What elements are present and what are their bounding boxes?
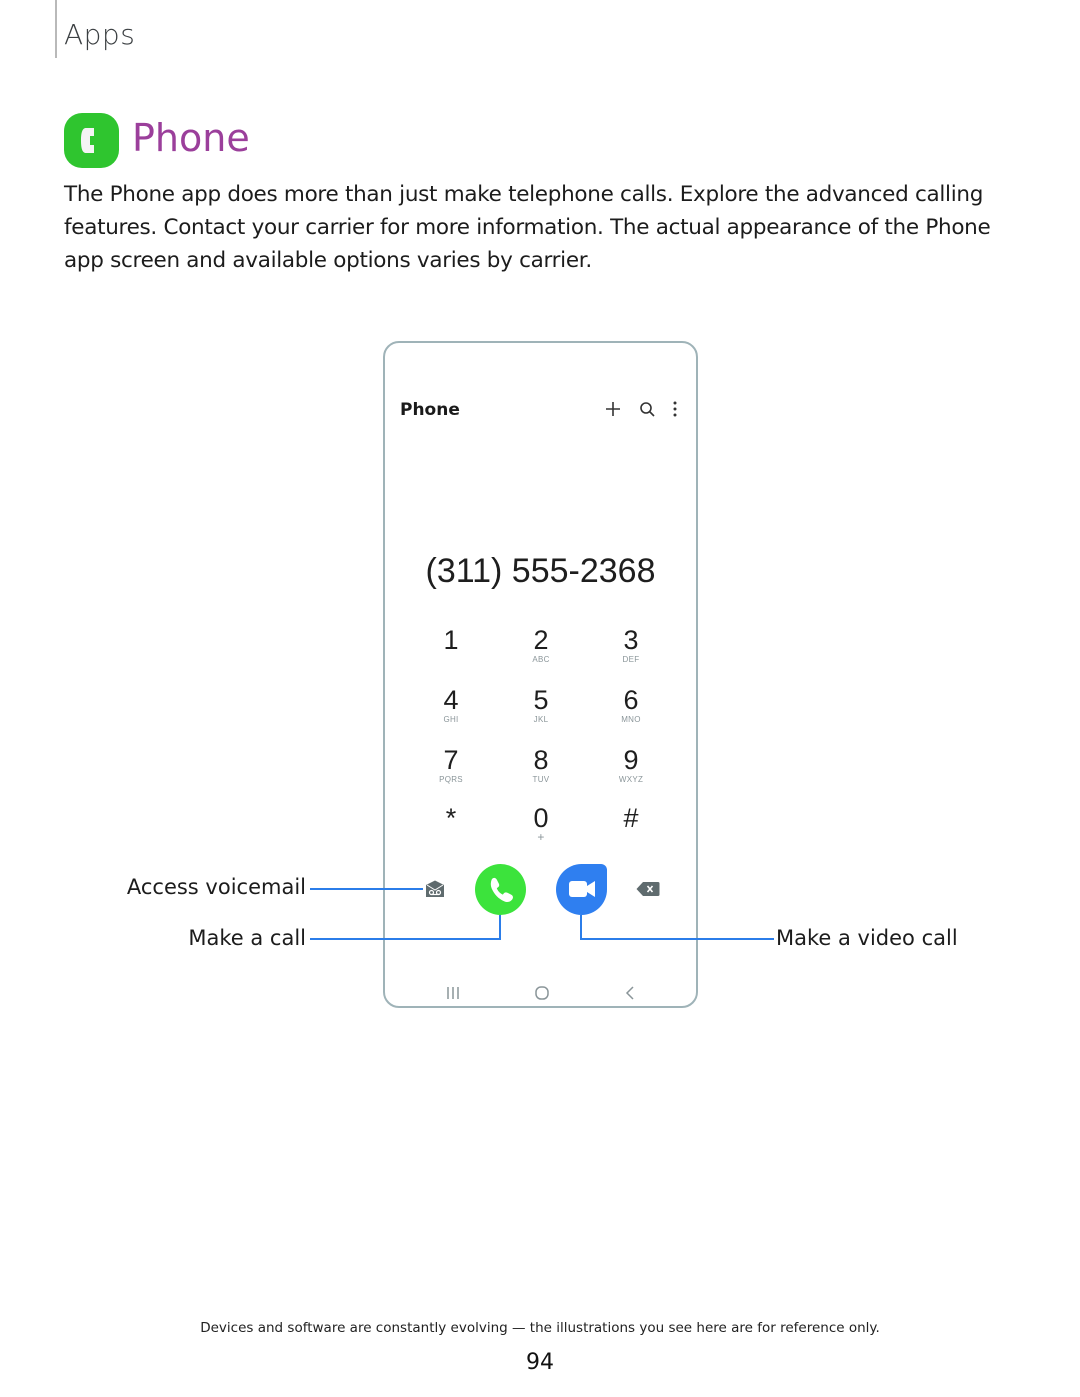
callout-line-video-vertical xyxy=(580,915,582,940)
plus-icon[interactable] xyxy=(602,398,624,420)
keypad-key-3[interactable]: 3 DEF xyxy=(596,626,666,665)
keypad-key-star[interactable]: * xyxy=(416,804,486,832)
section-divider xyxy=(55,0,57,58)
keypad-key-9[interactable]: 9 WXYZ xyxy=(596,746,666,785)
keypad-key-2[interactable]: 2 ABC xyxy=(506,626,576,665)
phone-handset-icon xyxy=(490,877,513,902)
back-icon[interactable] xyxy=(621,984,641,1002)
callout-line-video xyxy=(580,938,774,940)
page-number: 94 xyxy=(526,1350,554,1375)
video-camera-icon xyxy=(569,881,595,897)
callout-line-voicemail xyxy=(310,888,423,890)
keypad-key-7[interactable]: 7 PQRS xyxy=(416,746,486,785)
intro-paragraph: The Phone app does more than just make t… xyxy=(64,182,991,273)
keypad-key-4[interactable]: 4 GHI xyxy=(416,686,486,725)
keypad-key-8[interactable]: 8 TUV xyxy=(506,746,576,785)
video-call-button[interactable] xyxy=(556,864,607,915)
footer-disclaimer: Devices and software are constantly evol… xyxy=(200,1320,880,1336)
keypad-key-hash[interactable]: # xyxy=(596,804,666,832)
more-options-icon[interactable] xyxy=(664,398,686,420)
dialed-number[interactable]: (311) 555-2368 xyxy=(383,552,698,591)
phone-app-icon xyxy=(64,113,119,168)
callout-label-video: Make a video call xyxy=(776,926,958,950)
backspace-icon[interactable] xyxy=(636,881,660,897)
callout-label-voicemail: Access voicemail xyxy=(126,875,306,899)
section-label: Apps xyxy=(64,18,136,51)
voicemail-icon[interactable] xyxy=(425,880,445,898)
keypad-key-1[interactable]: 1 xyxy=(416,626,486,654)
keypad-key-5[interactable]: 5 JKL xyxy=(506,686,576,725)
callout-label-call: Make a call xyxy=(188,926,306,950)
callout-line-call-vertical xyxy=(499,915,501,940)
recent-apps-icon[interactable] xyxy=(443,984,463,1002)
keypad-key-6[interactable]: 6 MNO xyxy=(596,686,666,725)
phone-app-title: Phone xyxy=(400,400,460,420)
keypad-key-0[interactable]: 0 + xyxy=(506,804,576,843)
call-button[interactable] xyxy=(475,864,526,915)
search-icon[interactable] xyxy=(636,398,658,420)
home-icon[interactable] xyxy=(532,984,552,1002)
phone-illustration xyxy=(383,341,698,1008)
page-title: Phone xyxy=(132,116,250,160)
callout-line-call xyxy=(310,938,501,940)
